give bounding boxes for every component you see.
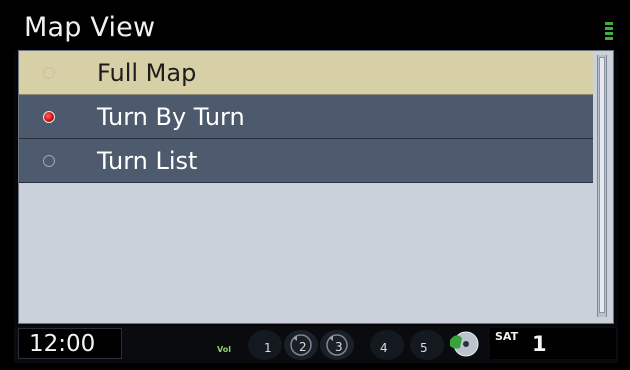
preset-button-4[interactable]: 4 (370, 330, 404, 360)
preset-number: 4 (380, 341, 388, 355)
screen-frame: Map View Full Map Turn By Turn Turn List… (14, 8, 618, 363)
radio-button-unselected[interactable] (43, 155, 55, 167)
channel-number: 1 (532, 332, 547, 356)
radio-button-unselected[interactable] (43, 67, 55, 79)
volume-icon: Vol (217, 345, 231, 354)
title-bar: Map View (14, 8, 618, 50)
preset-number: 3 (335, 340, 343, 354)
preset-button-5[interactable]: 5 (410, 330, 444, 360)
preset-number: 2 (299, 340, 307, 354)
radio-source-display: SAT 1 (490, 328, 616, 359)
menu-item-turn-by-turn[interactable]: Turn By Turn (19, 95, 593, 139)
radio-button-selected[interactable] (43, 111, 55, 123)
menu-item-full-map[interactable]: Full Map (19, 51, 593, 95)
menu-item-label: Turn By Turn (97, 103, 245, 131)
disc-icon (450, 331, 479, 357)
page-title: Map View (24, 12, 156, 43)
preset-button-2[interactable]: 2 (284, 330, 318, 360)
status-bar: 12:00 Vol 1 2 3 4 5 SAT 1 (14, 326, 618, 363)
clock-display: 12:00 (18, 328, 122, 359)
scrollbar[interactable] (597, 55, 607, 317)
preset-button-1[interactable]: 1 (248, 330, 282, 360)
signal-strength-icon (605, 22, 613, 40)
menu-item-label: Full Map (97, 59, 197, 87)
preset-button-3[interactable]: 3 (320, 330, 354, 360)
preset-number: 5 (420, 341, 428, 355)
clock-time: 12:00 (29, 331, 96, 357)
scrollbar-thumb[interactable] (599, 57, 605, 313)
menu-item-label: Turn List (97, 147, 198, 175)
menu-panel: Full Map Turn By Turn Turn List (18, 50, 614, 324)
menu-item-turn-list[interactable]: Turn List (19, 139, 593, 183)
preset-number: 1 (264, 341, 272, 355)
band-label: SAT (495, 330, 519, 343)
